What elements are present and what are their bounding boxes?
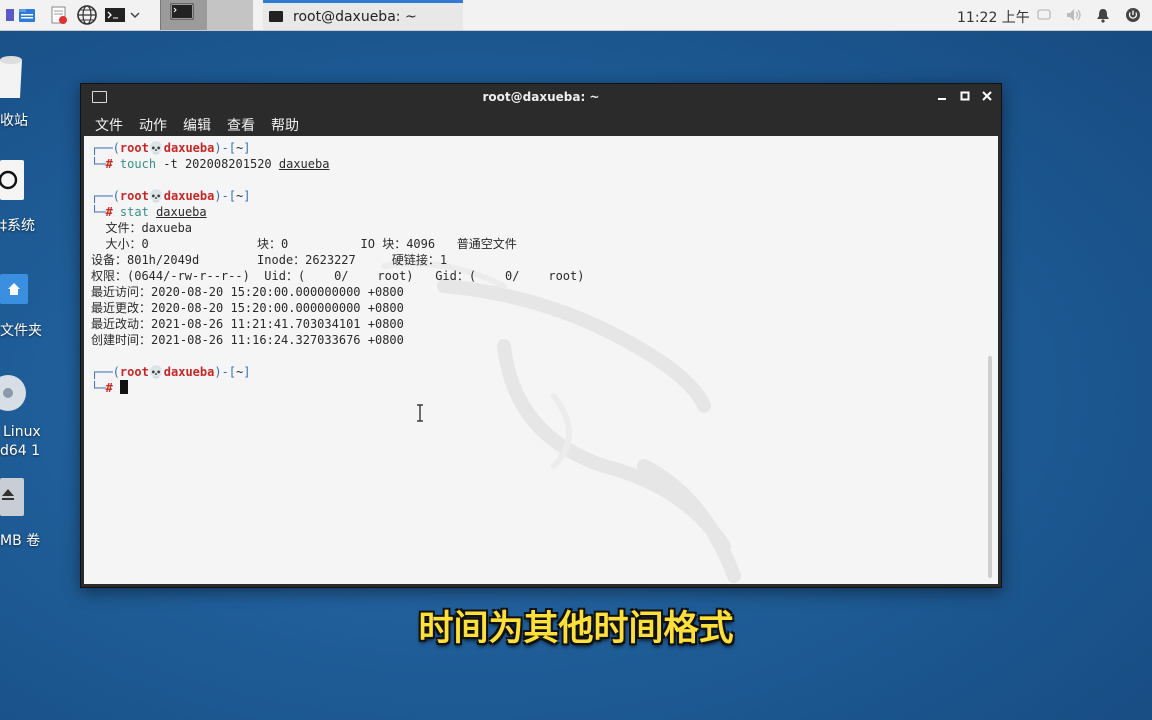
menu-edit[interactable]: 编辑 xyxy=(183,115,211,135)
stat-output-line: 最近改动：2021-08-26 11:21:41.703034101 +0800 xyxy=(91,317,404,331)
prompt-host: daxueba xyxy=(163,189,215,203)
desktop-icon-label: 文件夹 xyxy=(0,323,42,339)
prompt-host: daxueba xyxy=(163,141,215,155)
terminal-window[interactable]: root@daxueba: ~ 文件 动作 编辑 查看 帮助 ┌──(root💀… xyxy=(80,83,1002,588)
minimize-icon xyxy=(938,98,946,100)
command-line-1: └─# touch -t 202008201520 daxueba xyxy=(91,157,330,171)
desktop-icon-label: Linux xyxy=(3,424,41,440)
stat-output-line: 大小：0 块：0 IO 块：4096 普通空文件 xyxy=(91,237,517,251)
taskbar-window-title: root@daxueba: ~ xyxy=(293,8,417,25)
terminal-icon xyxy=(269,11,283,22)
prompt-line-2: ┌──(root💀daxueba)-[~] xyxy=(91,189,251,203)
window-title: root@daxueba: ~ xyxy=(482,90,600,104)
filesystem-icon xyxy=(0,160,24,200)
menu-view[interactable]: 查看 xyxy=(227,115,255,135)
window-titlebar[interactable]: root@daxueba: ~ xyxy=(81,84,1001,110)
menu-file[interactable]: 文件 xyxy=(95,115,123,135)
desktop-icon-label: MB 卷 xyxy=(0,533,41,549)
stat-output-line: 最近访问：2020-08-20 15:20:00.000000000 +0800 xyxy=(91,285,404,299)
desktop-icon-label-line2: d64 1 xyxy=(0,443,41,459)
volume-icon[interactable] xyxy=(1066,7,1082,23)
command-line-3: └─# xyxy=(91,380,128,396)
terminal-area[interactable]: ┌──(root💀daxueba)-[~] └─# touch -t 20200… xyxy=(84,136,998,584)
workspace-1[interactable] xyxy=(160,0,207,30)
chevron-down-icon[interactable] xyxy=(128,3,142,27)
power-icon[interactable] xyxy=(1125,7,1141,23)
stat-output-line: 最近更改：2020-08-20 15:20:00.000000000 +0800 xyxy=(91,301,404,315)
prompt-user: root xyxy=(119,365,149,379)
command-args: -t 202008201520 xyxy=(156,157,279,171)
text-editor-icon[interactable] xyxy=(48,3,70,27)
terminal-scrollbar[interactable] xyxy=(988,356,992,578)
display-icon[interactable] xyxy=(1036,7,1052,23)
disc-icon xyxy=(0,375,26,411)
clock[interactable]: 11:22 上午 xyxy=(957,7,1030,27)
menu-help[interactable]: 帮助 xyxy=(271,115,299,135)
menubar: 文件 动作 编辑 查看 帮助 xyxy=(81,110,1001,136)
command-line-2: └─# stat daxueba xyxy=(91,205,207,219)
menu-actions[interactable]: 动作 xyxy=(139,115,167,135)
prompt-line-3: ┌──(root💀daxueba)-[~] xyxy=(91,365,251,379)
mouse-ibeam-icon xyxy=(417,404,423,422)
terminal-thumbnail-icon xyxy=(170,3,194,20)
minimize-button[interactable] xyxy=(934,88,950,104)
prompt-user: root xyxy=(119,189,149,203)
stat-output-line: 设备：801h/2049d Inode：2623227 硬链接：1 xyxy=(91,253,448,267)
workspace-2[interactable] xyxy=(207,0,253,30)
maximize-button[interactable] xyxy=(957,88,973,104)
close-button[interactable] xyxy=(979,88,995,104)
notification-bell-icon[interactable] xyxy=(1095,7,1111,23)
stat-output-line: 权限：(0644/-rw-r--r--) Uid：( 0/ root) Gid：… xyxy=(91,269,585,283)
stat-output-line: 创建时间：2021-08-26 11:16:24.327033676 +0800 xyxy=(91,333,404,347)
command-name: stat xyxy=(119,205,149,219)
file-manager-icon[interactable] xyxy=(16,3,38,27)
stat-output-line: 文件：daxueba xyxy=(91,221,193,235)
prompt-line-1: ┌──(root💀daxueba)-[~] xyxy=(91,141,251,155)
terminal-launcher-icon[interactable] xyxy=(104,3,126,27)
desktop-icon-label: ‡系统 xyxy=(0,218,35,234)
prompt-user: root xyxy=(119,141,149,155)
command-name: touch xyxy=(119,157,157,171)
maximize-icon xyxy=(960,91,970,101)
drive-icon xyxy=(0,478,24,516)
taskbar-window-button[interactable]: root@daxueba: ~ xyxy=(263,0,463,30)
video-subtitle: 时间为其他时间格式 xyxy=(418,609,734,649)
command-file: daxueba xyxy=(156,205,207,219)
desktop-icon-label: 收站 xyxy=(0,113,28,129)
close-icon xyxy=(982,91,992,101)
prompt-host: daxueba xyxy=(163,365,215,379)
text-cursor xyxy=(119,380,128,394)
home-folder-icon xyxy=(0,274,28,304)
command-file: daxueba xyxy=(278,157,330,171)
web-browser-icon[interactable] xyxy=(76,3,98,27)
trash-icon xyxy=(0,56,22,98)
top-panel: root@daxueba: ~ 11:22 上午 xyxy=(0,0,1152,31)
